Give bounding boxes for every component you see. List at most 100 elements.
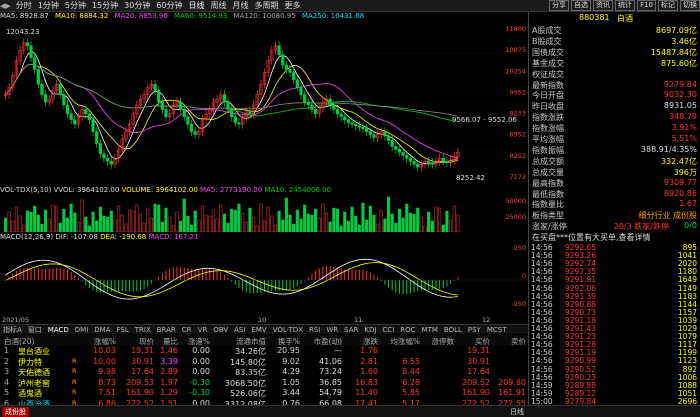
candle-body [313,109,318,115]
volume-bar [22,224,26,232]
indicator-tab-cci[interactable]: CCI [379,326,397,334]
volume-bar [47,218,51,232]
volume-chart[interactable]: 50000 25000 [0,195,528,232]
ma10-label: MA10: 8884.32 [55,12,109,20]
indicator-tab-vol-tdx[interactable]: VOL-TDX [270,326,306,334]
period-tab-weekly[interactable]: 周线 [208,0,230,11]
stats-button[interactable]: 统计 [615,0,636,11]
volume-bar [270,215,274,232]
stat-label: 最新指数 [532,80,564,90]
f10-button[interactable]: F10 [637,0,656,11]
volume-bar [259,203,263,232]
candle-body [441,157,445,162]
period-tab-60min[interactable]: 60分钟 [153,0,185,11]
cell-pe: 41.06 [319,356,342,366]
watchlist-button[interactable]: 自选 [571,0,592,11]
stat-label: 指数量比 [532,200,564,210]
candle-body [222,94,226,103]
cell-name: 泸州老窖 [18,378,50,388]
period-tab-5min[interactable]: 5分钟 [62,0,89,11]
dea-line [5,262,458,298]
indicator-tab-dmi[interactable]: DMI [72,326,92,334]
volume-axis-label: 50000 [505,197,526,205]
rise-fall-row: 涨家/涨停 20/3 跌家/跌停 0/0 [532,221,697,231]
indicator-tab-fsl[interactable]: FSL [114,326,132,334]
indicator-tab-trix[interactable]: TRIX [132,326,154,334]
switch-button[interactable]: 切换 [680,0,700,11]
volume-bar [7,211,11,232]
indicator-tab-窗口[interactable]: 窗口 [25,325,45,334]
candle-body [102,153,106,159]
period-tab-more[interactable]: 更多 [282,0,304,11]
indicator-tab-指标a[interactable]: 指标A [0,325,25,334]
indicator-tab-emv[interactable]: EMV [248,326,269,334]
volume-bar [430,220,434,232]
candle-body [233,116,237,124]
price-axis-label: 11800 [505,25,526,33]
cell-idx: 1 [4,346,10,355]
indicator-tab-boll[interactable]: BOLL [441,326,465,334]
volume-bar [117,205,121,232]
indicator-tab-rsi[interactable]: RSI [306,326,323,334]
volume-bar [427,211,431,232]
indicator-tab-dma[interactable]: DMA [91,326,113,334]
indicator-tab-kdj[interactable]: KDJ [361,326,379,334]
indicator-tab-sar[interactable]: SAR [341,326,361,334]
table-row[interactable]: 3 天佑德酒 9.98 17.64 2.89 0.00 83.35亿 4.29 73.24 1.6… [0,367,528,378]
indicator-tab-macd[interactable]: MACD [45,326,72,334]
indicator-tab-psy[interactable]: PSY [465,326,484,334]
cell-bid: 30.91 [467,356,490,366]
table-row[interactable]: 4 泸州老窖 8.73 209.53 1.97 -0.30 3068.50亿 1.05 36.8… [0,378,528,389]
period-tab-1min[interactable]: 1分钟 [35,0,62,11]
indicator-tab-mcst[interactable]: MCST [484,326,510,334]
cell-speed: -0.30 [189,388,210,397]
candle-body [226,101,230,110]
table-row[interactable]: 2 伊力特 10.00 30.91 3.39 0.00 145.80亿 9.02 41.06 2.… [0,357,528,368]
indicator-tab-cr[interactable]: CR [179,326,195,334]
candle-body [160,101,164,110]
forward-icon[interactable]: ▶ [5,2,10,10]
period-tab-intraday[interactable]: 分时 [13,0,35,11]
candle-body [248,110,252,115]
period-tab-daily[interactable]: 日线 [186,0,208,11]
share-button[interactable]: 分享 [549,0,570,11]
stat-row: 基金成交 875.60亿 [529,58,700,68]
volume-bar [390,213,394,232]
volume-bar [328,221,332,232]
mark-button[interactable]: 标记 [658,0,678,11]
candle-body [95,131,99,144]
indicator-tab-wr[interactable]: WR [323,326,341,334]
news-button[interactable]: 资讯 [593,0,614,11]
indicator-tab-brar[interactable]: BRAR [154,326,179,334]
indicator-tab-obv[interactable]: OBV [210,326,231,334]
constituents-button[interactable]: 成份股 [2,406,29,417]
candlestick-chart[interactable]: 11800108751025495529233895282527172 [0,22,528,186]
volume-bar [171,225,175,232]
stat-row: 平均涨幅 5.51% [529,134,700,144]
margin-flag-badge: R [72,388,77,396]
vol-volume: VOLUME: 3964102.00 [121,186,198,194]
volume-bar [51,204,55,232]
period-tab-monthly[interactable]: 月线 [230,0,252,11]
volume-bar [449,219,453,232]
volume-bar [124,223,128,232]
indicator-tab-vr[interactable]: VR [195,326,211,334]
indicator-tab-asi[interactable]: ASI [231,326,248,334]
big-order-hint[interactable]: 在买盘***位置有大买单,查看详情 [529,232,700,242]
chart-period-label[interactable]: 日线 [510,407,524,417]
volume-bar [350,206,354,232]
table-row[interactable]: 5 酒鬼酒 7.51 161.90 1.29 -0.30 526.06亿 3.44 54.79 1… [0,388,528,399]
macd-chart[interactable]: 250 0 -250 [0,242,528,314]
period-tab-15min[interactable]: 15分钟 [89,0,121,11]
cell-bid: 161.90 [462,388,490,397]
stat-label: 总成交量 [532,167,564,177]
candle-body [343,116,347,121]
period-tab-multi[interactable]: 多周期 [252,0,282,11]
stat-value[interactable]: 细分行业 成份股 [638,210,697,221]
table-row[interactable]: 1 皇台酒业 10.03 19.31 1.46 0.00 34.26亿 20.95 — 1.76 1… [0,346,528,357]
stat-value: 9309.77 [663,177,697,187]
indicator-tab-roc[interactable]: ROC [397,326,418,334]
period-tab-30min[interactable]: 30分钟 [121,0,153,11]
indicator-tab-mtm[interactable]: MTM [419,326,441,334]
cell-turn: 1.05 [282,377,300,387]
